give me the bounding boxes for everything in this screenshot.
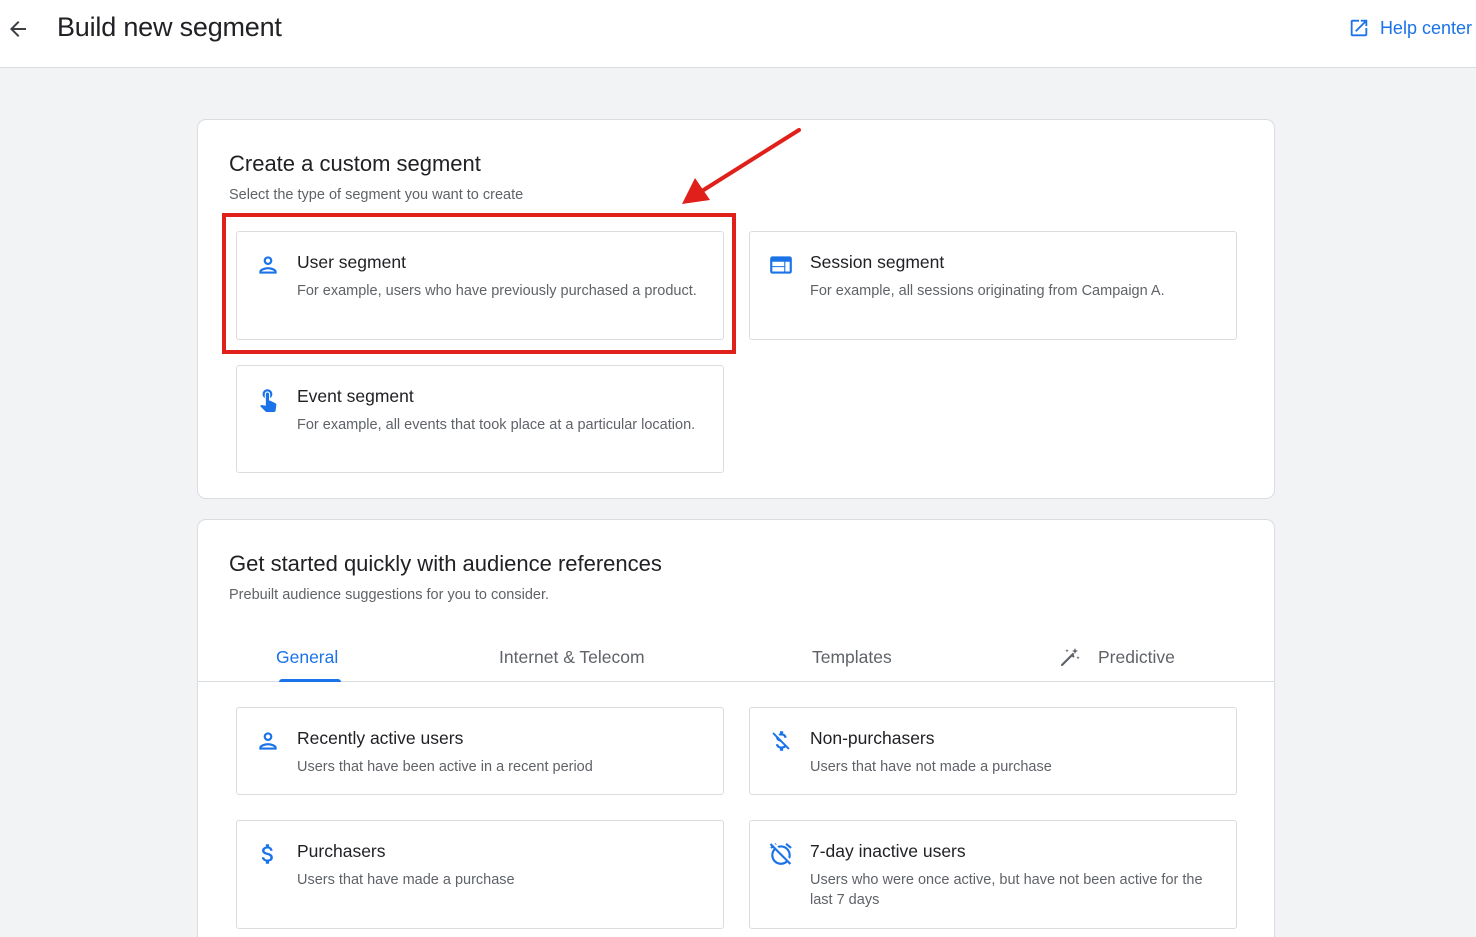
option-title: Session segment bbox=[810, 252, 945, 272]
magic-wand-icon bbox=[1060, 648, 1080, 667]
custom-segment-subtitle: Select the type of segment you want to c… bbox=[229, 187, 524, 203]
custom-segment-card: Create a custom segment Select the type … bbox=[197, 119, 1275, 499]
option-title: User segment bbox=[297, 252, 406, 272]
person-icon bbox=[255, 728, 281, 754]
option-title: Purchasers bbox=[297, 841, 386, 861]
open-in-new-icon bbox=[1350, 19, 1368, 37]
person-icon bbox=[255, 252, 281, 278]
purchasers-option[interactable]: Purchasers Users that have made a purcha… bbox=[236, 820, 724, 929]
option-description: Users that have been active in a recent … bbox=[297, 759, 593, 775]
option-description: For example, users who have previously p… bbox=[297, 283, 697, 299]
alarm-off-icon bbox=[768, 841, 794, 867]
tab-predictive[interactable]: Predictive bbox=[1058, 632, 1175, 682]
option-description: Users that have not made a purchase bbox=[810, 759, 1052, 775]
audience-references-subtitle: Prebuilt audience suggestions for you to… bbox=[229, 587, 550, 603]
tab-internet-telecom[interactable]: Internet & Telecom bbox=[499, 632, 645, 682]
dollar-icon bbox=[255, 841, 281, 867]
top-bar: Build new segment Help center bbox=[0, 0, 1476, 68]
inactive-users-option[interactable]: 7-day inactive users Users who were once… bbox=[749, 820, 1237, 929]
page-title: Build new segment bbox=[57, 12, 282, 42]
active-tab-indicator bbox=[279, 679, 341, 682]
audience-references-card: Get started quickly with audience refere… bbox=[197, 519, 1275, 937]
tab-predictive-label: Predictive bbox=[1098, 646, 1175, 667]
option-title: Non-purchasers bbox=[810, 728, 935, 748]
option-description: Users that have made a purchase bbox=[297, 872, 515, 888]
option-title: Event segment bbox=[297, 386, 414, 406]
touch-icon bbox=[255, 386, 281, 412]
back-button[interactable] bbox=[4, 14, 32, 44]
option-title: 7-day inactive users bbox=[810, 841, 966, 861]
option-description: For example, all sessions originating fr… bbox=[810, 283, 1165, 299]
option-title: Recently active users bbox=[297, 728, 464, 748]
tab-templates[interactable]: Templates bbox=[812, 632, 892, 682]
money-off-icon bbox=[768, 728, 794, 754]
help-center-link[interactable]: Help center bbox=[1348, 17, 1472, 39]
audience-tabs: General Internet & Telecom Templates Pre… bbox=[198, 632, 1274, 682]
event-segment-option[interactable]: Event segment For example, all events th… bbox=[236, 365, 724, 473]
non-purchasers-option[interactable]: Non-purchasers Users that have not made … bbox=[749, 707, 1237, 795]
option-description: For example, all events that took place … bbox=[297, 417, 696, 433]
arrow-back-icon bbox=[10, 21, 26, 37]
tab-general[interactable]: General bbox=[276, 632, 338, 682]
web-icon bbox=[768, 252, 794, 278]
help-center-label: Help center bbox=[1379, 17, 1472, 38]
session-segment-option[interactable]: Session segment For example, all session… bbox=[749, 231, 1237, 340]
audience-references-title: Get started quickly with audience refere… bbox=[229, 551, 662, 576]
custom-segment-title: Create a custom segment bbox=[229, 151, 481, 176]
user-segment-option[interactable]: User segment For example, users who have… bbox=[236, 231, 724, 340]
recently-active-users-option[interactable]: Recently active users Users that have be… bbox=[236, 707, 724, 795]
option-description: Users who were once active, but have not… bbox=[810, 872, 1203, 908]
